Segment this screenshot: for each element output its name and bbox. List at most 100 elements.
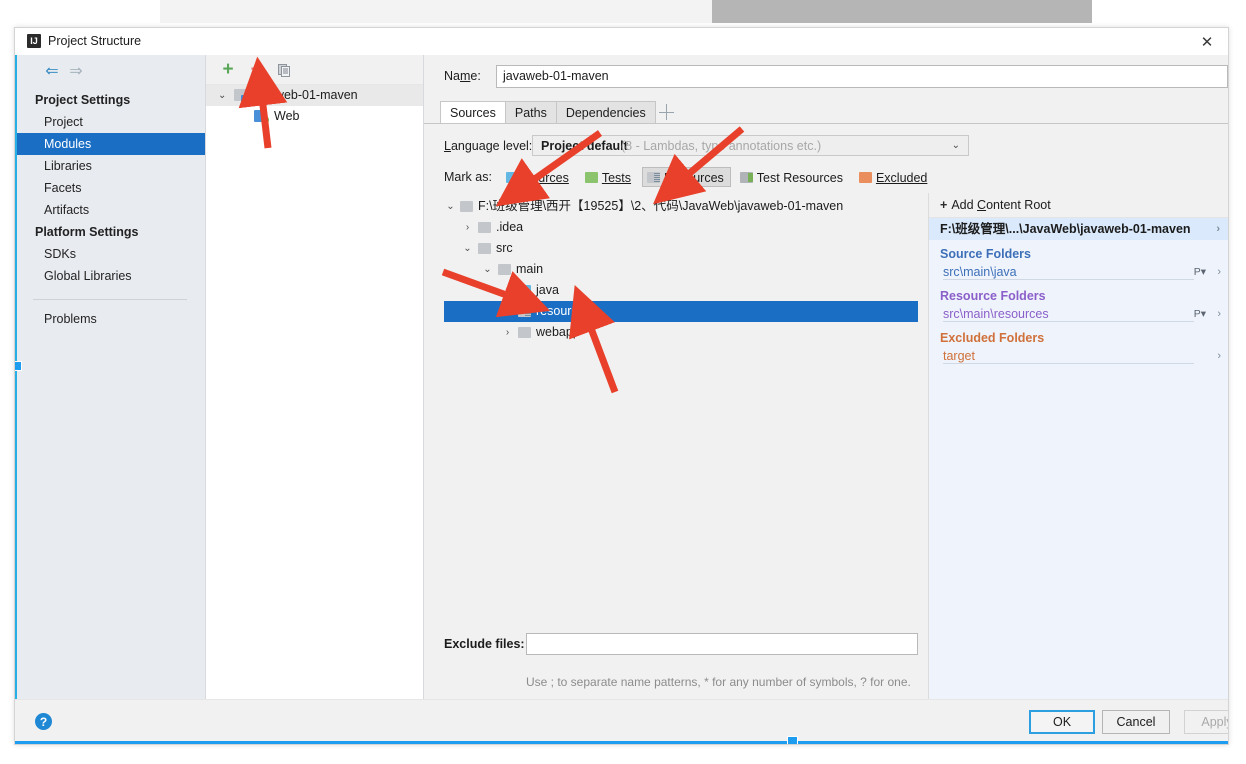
add-tab-icon[interactable] (655, 101, 677, 124)
chevron-right-icon[interactable]: › (1217, 263, 1221, 282)
module-tree-row-javaweb-01-maven[interactable]: ⌄ javaweb-01-maven (206, 85, 423, 106)
test-resources-folder-icon (739, 172, 753, 183)
sidebar-item-modules[interactable]: Modules (15, 133, 205, 155)
background-strip-grey (712, 0, 1092, 23)
ok-button[interactable]: OK (1029, 710, 1095, 734)
sidebar-group-platform-settings: Platform Settings (35, 225, 139, 239)
tree-label: src (496, 241, 513, 255)
sidebar-item-sdks[interactable]: SDKs (15, 243, 205, 265)
tab-paths[interactable]: Paths (504, 101, 557, 124)
excluded-folder-item[interactable]: target › (929, 347, 1228, 366)
language-level-select[interactable]: Project default (8 - Lambdas, type annot… (532, 135, 969, 156)
chevron-down-icon[interactable]: ⌄ (444, 196, 457, 217)
web-facet-icon (254, 110, 269, 124)
mark-as-tests-button[interactable]: Tests (580, 167, 638, 187)
forward-arrow-icon[interactable]: ⇒ (67, 64, 85, 80)
chevron-down-icon[interactable]: ⌄ (952, 140, 960, 151)
chevron-right-icon[interactable]: › (501, 322, 514, 343)
dialog-body: ⇐ ⇒ Project Settings Project Modules Lib… (15, 55, 1228, 700)
mark-as-row: Mark as: Sources Tests Resources Test Re… (444, 167, 1228, 187)
mark-as-test-resources-button[interactable]: Test Resources (735, 167, 850, 187)
language-level-label: Language level: (444, 139, 533, 153)
content-root-path-row[interactable]: F:\班级管理\...\JavaWeb\javaweb-01-maven › (929, 218, 1228, 240)
module-name-input[interactable]: javaweb-01-maven (496, 65, 1228, 88)
exclude-files-input[interactable] (526, 633, 918, 655)
tree-row-java[interactable]: java (444, 280, 918, 301)
back-arrow-icon[interactable]: ⇐ (43, 64, 61, 80)
tree-row-idea[interactable]: › .idea (444, 217, 918, 238)
exclude-files-hint: Use ; to separate name patterns, * for a… (526, 675, 911, 689)
mark-as-label: Mark as: (444, 170, 492, 184)
mark-as-excluded-label: Excluded (875, 171, 928, 185)
chevron-down-icon[interactable]: ⌄ (218, 85, 230, 106)
chevron-right-icon[interactable]: › (1216, 218, 1220, 240)
mark-as-sources-label: Sources (523, 171, 569, 185)
module-detail-panel: Name: javaweb-01-maven Sources Paths Depen… (424, 55, 1228, 700)
source-folder-item[interactable]: src\main\java P▾ › (929, 263, 1228, 282)
folder-icon (478, 243, 491, 254)
name-label: Name: (444, 69, 481, 83)
item-underline (943, 321, 1194, 322)
mark-as-sources-button[interactable]: Sources (501, 167, 576, 187)
add-module-icon[interactable]: + (217, 59, 239, 80)
sidebar-divider (33, 299, 187, 300)
mark-as-tests-label: Tests (601, 171, 632, 185)
mark-as-excluded-button[interactable]: Excluded (854, 167, 934, 187)
add-content-root-label: Add Content Root (951, 198, 1051, 212)
modules-toolbar: + − (206, 55, 423, 85)
module-name-row: Name: javaweb-01-maven (424, 65, 1228, 89)
tree-row-main[interactable]: ⌄ main (444, 259, 918, 280)
module-tree-row-web[interactable]: Web (206, 106, 423, 127)
package-prefix-icon[interactable]: P▾ (1194, 263, 1206, 282)
plus-icon: + (940, 198, 948, 212)
remove-module-icon[interactable]: − (245, 59, 267, 80)
sidebar-item-libraries[interactable]: Libraries (15, 155, 205, 177)
cancel-button[interactable]: Cancel (1102, 710, 1170, 734)
language-level-row: Language level: Project default (8 - Lam… (444, 135, 1216, 157)
tree-row-resources[interactable]: resources (444, 301, 918, 322)
mark-as-buttons: Sources Tests Resources Test Resources E… (501, 167, 938, 187)
sidebar-item-problems[interactable]: Problems (15, 308, 205, 330)
copy-module-icon[interactable] (273, 59, 295, 80)
content-root-path-label: F:\班级管理\...\JavaWeb\javaweb-01-maven (940, 222, 1191, 236)
mark-as-test-resources-label: Test Resources (756, 171, 843, 185)
sidebar-group-project-settings: Project Settings (35, 93, 131, 107)
background-strip-light (160, 0, 720, 23)
chevron-right-icon[interactable]: › (461, 217, 474, 238)
resources-folder-icon (647, 172, 661, 183)
package-prefix-icon[interactable]: P▾ (1194, 305, 1206, 324)
tree-row-src[interactable]: ⌄ src (444, 238, 918, 259)
sidebar-item-project[interactable]: Project (15, 111, 205, 133)
source-folder-path: src\main\java (943, 265, 1017, 279)
apply-button[interactable]: Apply (1184, 710, 1228, 734)
close-icon[interactable]: ✕ (1194, 31, 1220, 53)
add-content-root-button[interactable]: + Add Content Root (929, 193, 1228, 218)
chevron-right-icon[interactable]: › (1217, 347, 1221, 366)
excluded-folders-heading: Excluded Folders (940, 331, 1045, 345)
mark-as-resources-button[interactable]: Resources (642, 167, 731, 187)
tree-label: main (516, 262, 544, 276)
chevron-right-icon[interactable]: › (1217, 305, 1221, 324)
resource-folder-item[interactable]: src\main\resources P▾ › (929, 305, 1228, 324)
sidebar-item-artifacts[interactable]: Artifacts (15, 199, 205, 221)
panel-resize-handle[interactable] (15, 361, 22, 371)
tree-row-content-root[interactable]: ⌄ F:\班级管理\西开【19525】\2、代码\JavaWeb\javaweb… (444, 196, 918, 217)
language-level-value: Project default (541, 139, 628, 153)
folder-icon (498, 264, 511, 275)
chevron-down-icon[interactable]: ⌄ (481, 259, 494, 280)
footer-resize-handle[interactable] (787, 736, 798, 744)
help-icon[interactable]: ? (35, 713, 52, 730)
sidebar-item-global-libraries[interactable]: Global Libraries (15, 265, 205, 287)
module-label: javaweb-01-maven (252, 88, 358, 102)
tab-sources[interactable]: Sources (440, 101, 506, 124)
tree-row-webapp[interactable]: › webapp (444, 322, 918, 343)
dialog-footer: ? OK Cancel Apply (15, 699, 1228, 744)
chevron-down-icon[interactable]: ⌄ (461, 238, 474, 259)
sidebar-item-facets[interactable]: Facets (15, 177, 205, 199)
tab-dependencies[interactable]: Dependencies (555, 101, 656, 124)
tests-folder-icon (584, 172, 598, 183)
item-underline (943, 279, 1194, 280)
tree-label: webapp (536, 325, 580, 339)
intellij-logo-icon: IJ (27, 34, 41, 48)
sidebar-nav: ⇐ ⇒ (15, 55, 205, 89)
